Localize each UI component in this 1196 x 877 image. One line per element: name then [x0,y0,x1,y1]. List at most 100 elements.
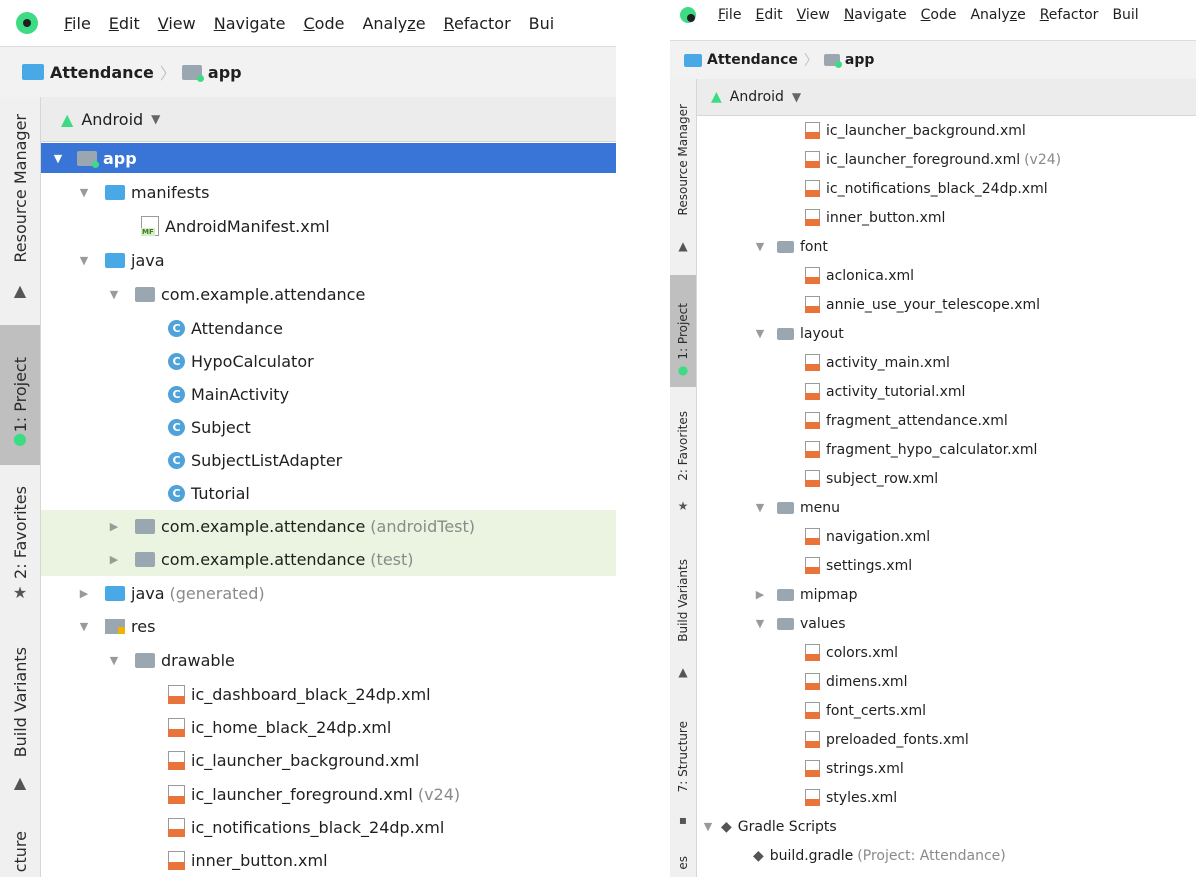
tree-node-xml-file[interactable]: ic_home_black_24dp.xml [41,711,616,743]
tree-node-xml-file[interactable]: annie_use_your_telescope.xml [697,290,1196,319]
tree-node-class-attendance[interactable]: C Attendance [41,312,616,344]
menu-code[interactable]: Code [921,7,957,23]
tree-node-xml-file[interactable]: fragment_attendance.xml [697,406,1196,435]
build-variants-android-icon: ▲ [13,773,27,792]
tree-node-xml-file[interactable]: subject_row.xml [697,464,1196,493]
tree-node-xml-file[interactable]: colors.xml [697,638,1196,667]
resource-manager-tab[interactable]: Resource Manager [670,85,696,235]
tree-node-xml-file[interactable]: strings.xml [697,754,1196,783]
tree-node-xml-file[interactable]: fragment_hypo_calculator.xml [697,435,1196,464]
tree-node-gradle-scripts[interactable]: ▼ ◆ Gradle Scripts [697,812,1196,841]
tree-node-label: layout [800,325,844,342]
tree-node-drawable[interactable]: ▼ drawable [41,644,616,676]
menu-build[interactable]: Buil [1112,7,1138,23]
build-variants-tab[interactable]: Build Variants [670,541,696,659]
xml-file-icon [805,296,820,313]
xml-file-icon [168,684,185,704]
xml-file-icon [805,644,820,661]
menu-code[interactable]: Code [304,14,345,33]
tree-node-values[interactable]: ▼ values [697,609,1196,638]
tree-node-class-subject[interactable]: C Subject [41,411,616,443]
tree-node-layout[interactable]: ▼ layout [697,319,1196,348]
tree-node-xml-file[interactable]: ic_launcher_foreground.xml (v24) [697,145,1196,174]
tree-node-mipmap[interactable]: ▶ mipmap [697,580,1196,609]
project-view-selector[interactable]: ▲ Android ▼ [697,79,1196,116]
cut-off-tab[interactable]: es [670,849,696,877]
resources-folder-icon [105,618,125,634]
menu-analyze[interactable]: Analyze [362,14,425,33]
tree-node-package[interactable]: ▼ com.example.attendance [41,278,616,310]
tree-node-xml-file[interactable]: font_certs.xml [697,696,1196,725]
tree-node-app[interactable]: ▼ app [41,143,616,173]
tree-node-xml-file[interactable]: inner_button.xml [697,203,1196,232]
structure-tab[interactable]: 7: Structure [670,705,696,809]
menu-file[interactable]: File [718,7,741,23]
tree-node-xml-file[interactable]: settings.xml [697,551,1196,580]
tree-node-xml-file[interactable]: dimens.xml [697,667,1196,696]
menu-build[interactable]: Bui [529,14,555,33]
breadcrumb-project[interactable]: Attendance [707,52,798,68]
tree-node-xml-file[interactable]: styles.xml [697,783,1196,812]
tree-node-androidmanifest[interactable]: AndroidManifest.xml [41,210,616,242]
menu-file[interactable]: File [64,14,91,33]
tree-node-xml-file[interactable]: ic_launcher_foreground.xml (v24) [41,778,616,810]
folder-icon [777,240,794,253]
menu-analyze[interactable]: Analyze [970,7,1025,23]
breadcrumb: Attendance 〉 app [670,40,1196,80]
tree-node-package-androidtest[interactable]: ▶ com.example.attendance (androidTest) [41,510,616,543]
folder-icon [777,501,794,514]
structure-tab[interactable]: cture [0,817,40,877]
menu-refactor[interactable]: Refactor [1040,7,1099,23]
tree-node-xml-file[interactable]: activity_main.xml [697,348,1196,377]
tree-node-java[interactable]: ▼ java [41,244,616,276]
menu-view[interactable]: View [797,7,830,23]
tree-node-xml-file[interactable]: activity_tutorial.xml [697,377,1196,406]
tree-node-xml-file[interactable]: ic_launcher_background.xml [697,116,1196,145]
tree-node-java-generated[interactable]: ▶ java (generated) [41,577,616,609]
tree-node-xml-file[interactable]: ic_launcher_background.xml [41,744,616,776]
tree-node-xml-file[interactable]: ic_notifications_black_24dp.xml [697,174,1196,203]
tree-node-xml-file[interactable]: ic_dashboard_black_24dp.xml [41,678,616,710]
xml-file-icon [805,557,820,574]
favorites-tab[interactable]: 2: Favorites [670,397,696,495]
project-view-selector[interactable]: ▲ Android ▼ [41,97,616,142]
tree-node-res[interactable]: ▼ res [41,610,616,642]
xml-file-icon [168,717,185,737]
tree-node-label: Attendance [191,318,283,338]
menu-edit[interactable]: Edit [109,14,140,33]
menu-navigate[interactable]: Navigate [844,7,907,23]
breadcrumb-module[interactable]: app [845,52,875,68]
tree-node-xml-file[interactable]: navigation.xml [697,522,1196,551]
tree-node-menu[interactable]: ▼ menu [697,493,1196,522]
chevron-down-icon: ▼ [151,112,161,126]
tree-node-manifests[interactable]: ▼ manifests [41,176,616,208]
resource-manager-tab[interactable]: Resource Manager [0,103,40,273]
tree-node-class-subjectlistadapter[interactable]: C SubjectListAdapter [41,444,616,476]
tree-node-font[interactable]: ▼ font [697,232,1196,261]
xml-file-icon [168,784,185,804]
tree-node-label: res [131,616,156,636]
breadcrumb-project[interactable]: Attendance [50,63,154,82]
menu-edit[interactable]: Edit [755,7,782,23]
tree-node-class-mainactivity[interactable]: C MainActivity [41,378,616,410]
xml-file-icon [805,673,820,690]
breadcrumb-module[interactable]: app [208,63,242,82]
tree-node-note: (Project: Attendance) [857,847,1006,864]
class-icon: C [168,418,185,436]
tree-node-xml-file[interactable]: inner_button.xml [41,844,616,876]
project-android-icon: ● [677,363,689,377]
menu-view[interactable]: View [158,14,196,33]
tree-node-note: (generated) [169,583,265,603]
favorites-tab[interactable]: 2: Favorites [0,477,40,587]
tree-node-package-test[interactable]: ▶ com.example.attendance (test) [41,543,616,576]
tree-node-xml-file[interactable]: preloaded_fonts.xml [697,725,1196,754]
build-variants-tab[interactable]: Build Variants [0,637,40,767]
menu-navigate[interactable]: Navigate [214,14,286,33]
android-studio-logo-icon [680,7,696,23]
tree-node-xml-file[interactable]: aclonica.xml [697,261,1196,290]
menu-refactor[interactable]: Refactor [444,14,511,33]
tree-node-class-hypocalculator[interactable]: C HypoCalculator [41,345,616,377]
tree-node-xml-file[interactable]: ic_notifications_black_24dp.xml [41,811,616,843]
tree-node-build-gradle[interactable]: ◆ build.gradle (Project: Attendance) [697,841,1196,870]
tree-node-class-tutorial[interactable]: C Tutorial [41,477,616,509]
